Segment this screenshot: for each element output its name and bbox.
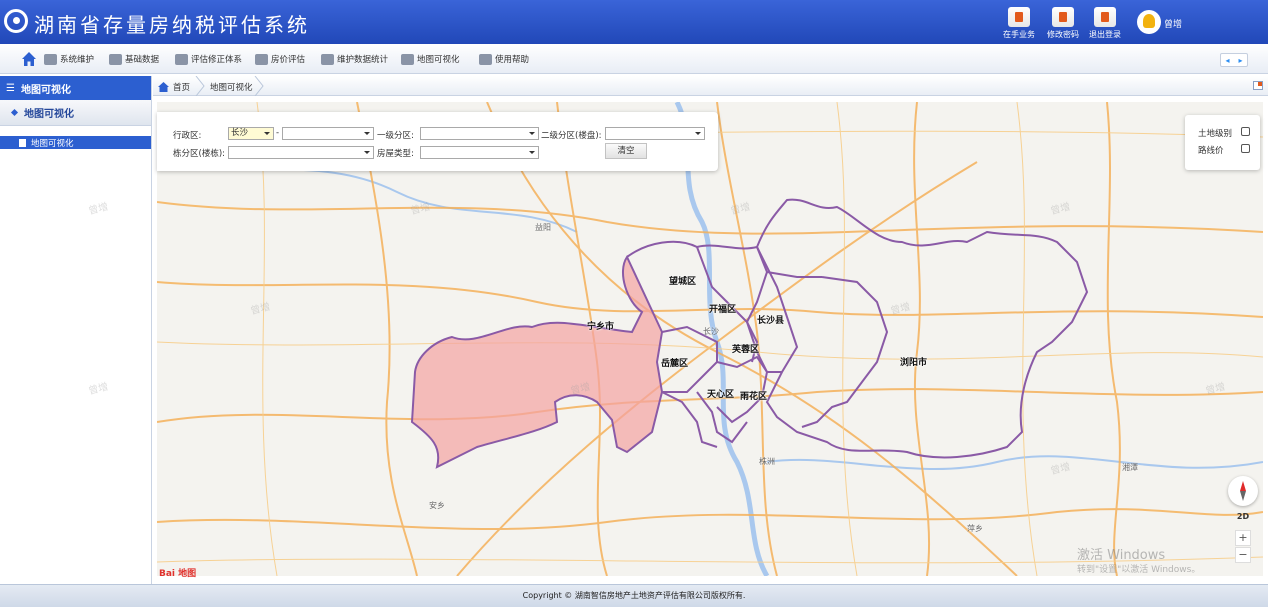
2d-toggle-button[interactable]: 2D — [1235, 512, 1251, 526]
level2-label: 二级分区(楼盘): — [541, 131, 602, 141]
app-title: 湖南省存量房纳税评估系统 — [34, 13, 310, 37]
layers-panel: 土地级别 路线价 — [1185, 115, 1260, 170]
main-nav-bar: 系统维护 基础数据 评估修正体系 房价评估 维护数据统计 地图可视化 使用帮助 — [0, 44, 1268, 74]
user-name[interactable]: 曾增 — [1164, 17, 1182, 30]
logout-button[interactable]: 退出登录 — [1085, 7, 1125, 43]
chevron-right-icon[interactable]: ▸ — [1238, 56, 1242, 65]
nav-evaluation-system[interactable]: 评估修正体系 — [175, 52, 242, 66]
home-tab-icon — [158, 82, 169, 92]
document-icon — [19, 138, 26, 147]
tab-map-visualization[interactable]: 地图可视化 — [210, 80, 253, 94]
home-icon[interactable] — [21, 51, 37, 67]
activate-windows-title: 激活 Windows — [1077, 548, 1166, 563]
nav-scroll-arrows[interactable]: ◂ ▸ — [1220, 53, 1248, 67]
compass-icon[interactable] — [1228, 476, 1258, 506]
admin-area-separator: - — [276, 128, 280, 138]
city-yiyang: 益阳 — [535, 223, 551, 232]
level1-select[interactable] — [420, 127, 539, 140]
city-xiangtan: 湘潭 — [1122, 463, 1138, 472]
sidebar-section-map[interactable]: 地图可视化 — [0, 100, 151, 126]
city-zhuzhou: 株洲 — [759, 457, 775, 466]
top-header: 湖南省存量房纳税评估系统 在手业务 修改密码 退出登录 曾增 — [0, 0, 1268, 44]
help-icon — [479, 53, 492, 65]
layer-land-level-label: 土地级别 — [1198, 129, 1233, 139]
tab-home[interactable]: 首页 — [158, 80, 190, 94]
nav-data-statistics[interactable]: 维护数据统计 — [321, 52, 388, 66]
layer-land-level-checkbox[interactable] — [1241, 127, 1250, 136]
building-select[interactable] — [228, 146, 374, 159]
level1-label: 一级分区: — [377, 131, 414, 141]
district-liuyang[interactable]: 浏阳市 — [900, 355, 927, 368]
admin-area-label: 行政区: — [173, 131, 202, 141]
house-type-select[interactable] — [420, 146, 539, 159]
change-password-button[interactable]: 修改密码 — [1043, 7, 1083, 43]
map-svg — [157, 102, 1263, 576]
city-anxiang: 安乡 — [429, 501, 445, 510]
city-pingxiang: 萍乡 — [967, 524, 983, 533]
briefcase-icon — [1008, 7, 1030, 27]
district-wangcheng[interactable]: 望城区 — [669, 274, 696, 287]
map-canvas[interactable]: 望城区 开福区 长沙县 宁乡市 岳麓区 芙蓉区 天心区 雨花区 浏阳市 益阳 长… — [157, 102, 1263, 576]
in-hand-business-button[interactable]: 在手业务 — [999, 7, 1039, 43]
district-yuelu[interactable]: 岳麓区 — [661, 356, 688, 369]
level2-select[interactable] — [605, 127, 705, 140]
nav-help[interactable]: 使用帮助 — [479, 52, 529, 66]
sidebar: ☰ 地图可视化 地图可视化 地图可视化 — [0, 76, 152, 584]
clear-button[interactable]: 清空 — [605, 143, 647, 159]
close-tabs-icon[interactable] — [1253, 81, 1263, 90]
chevron-left-icon[interactable]: ◂ — [1225, 56, 1229, 65]
gear-icon — [109, 53, 122, 65]
district-tianxin[interactable]: 天心区 — [707, 387, 734, 400]
system-logo-icon — [4, 9, 28, 33]
nav-price-evaluation[interactable]: 房价评估 — [255, 52, 305, 66]
district-ningxiang[interactable]: 宁乡市 — [587, 319, 614, 332]
district-furong[interactable]: 芙蓉区 — [732, 342, 759, 355]
sidebar-header: ☰ 地图可视化 — [0, 76, 151, 100]
baidu-map-logo: Bai 地图 — [159, 569, 197, 579]
activate-windows-subtitle: 转到"设置"以激活 Windows。 — [1077, 565, 1201, 575]
nav-basic-data[interactable]: 基础数据 — [109, 52, 159, 66]
district-kaifu[interactable]: 开福区 — [709, 302, 736, 315]
nav-system-maintenance[interactable]: 系统维护 — [44, 52, 94, 66]
admin-area-select[interactable]: 长沙 — [228, 127, 274, 140]
city-changsha: 长沙 — [703, 327, 719, 336]
filter-panel — [157, 112, 718, 171]
zoom-in-button[interactable]: + — [1235, 530, 1251, 546]
tabs-bar: 首页 地图可视化 — [153, 76, 1268, 96]
user-avatar[interactable] — [1137, 10, 1161, 34]
house-type-label: 房屋类型: — [377, 149, 414, 159]
zoom-out-button[interactable]: − — [1235, 547, 1251, 563]
district-changsha-county[interactable]: 长沙县 — [757, 313, 784, 326]
layer-route-price-label: 路线价 — [1198, 146, 1224, 156]
users-icon — [44, 53, 57, 65]
district-yuhua[interactable]: 雨花区 — [740, 389, 767, 402]
lock-icon — [1052, 7, 1074, 27]
people-icon — [175, 53, 188, 65]
person-icon — [255, 53, 268, 65]
tab-separator — [195, 76, 205, 96]
app-root: 湖南省存量房纳税评估系统 在手业务 修改密码 退出登录 曾增 系统维护 基础数据 — [0, 0, 1268, 607]
sidebar-item-map-visualization[interactable]: 地图可视化 — [0, 136, 151, 149]
sub-admin-area-select[interactable] — [282, 127, 374, 140]
building-icon — [321, 53, 334, 65]
list-icon: ☰ — [6, 82, 15, 94]
building-label: 栋分区(楼栋): — [173, 149, 225, 159]
nav-map-visualization[interactable]: 地图可视化 — [401, 52, 460, 66]
tab-separator — [254, 76, 264, 96]
diamond-icon — [10, 108, 19, 117]
logout-icon — [1094, 7, 1116, 27]
footer: Copyright © 湖南智信房地产土地资产评估有限公司版权所有. — [0, 584, 1268, 607]
edit-icon — [401, 53, 414, 65]
layer-route-price-checkbox[interactable] — [1241, 144, 1250, 153]
